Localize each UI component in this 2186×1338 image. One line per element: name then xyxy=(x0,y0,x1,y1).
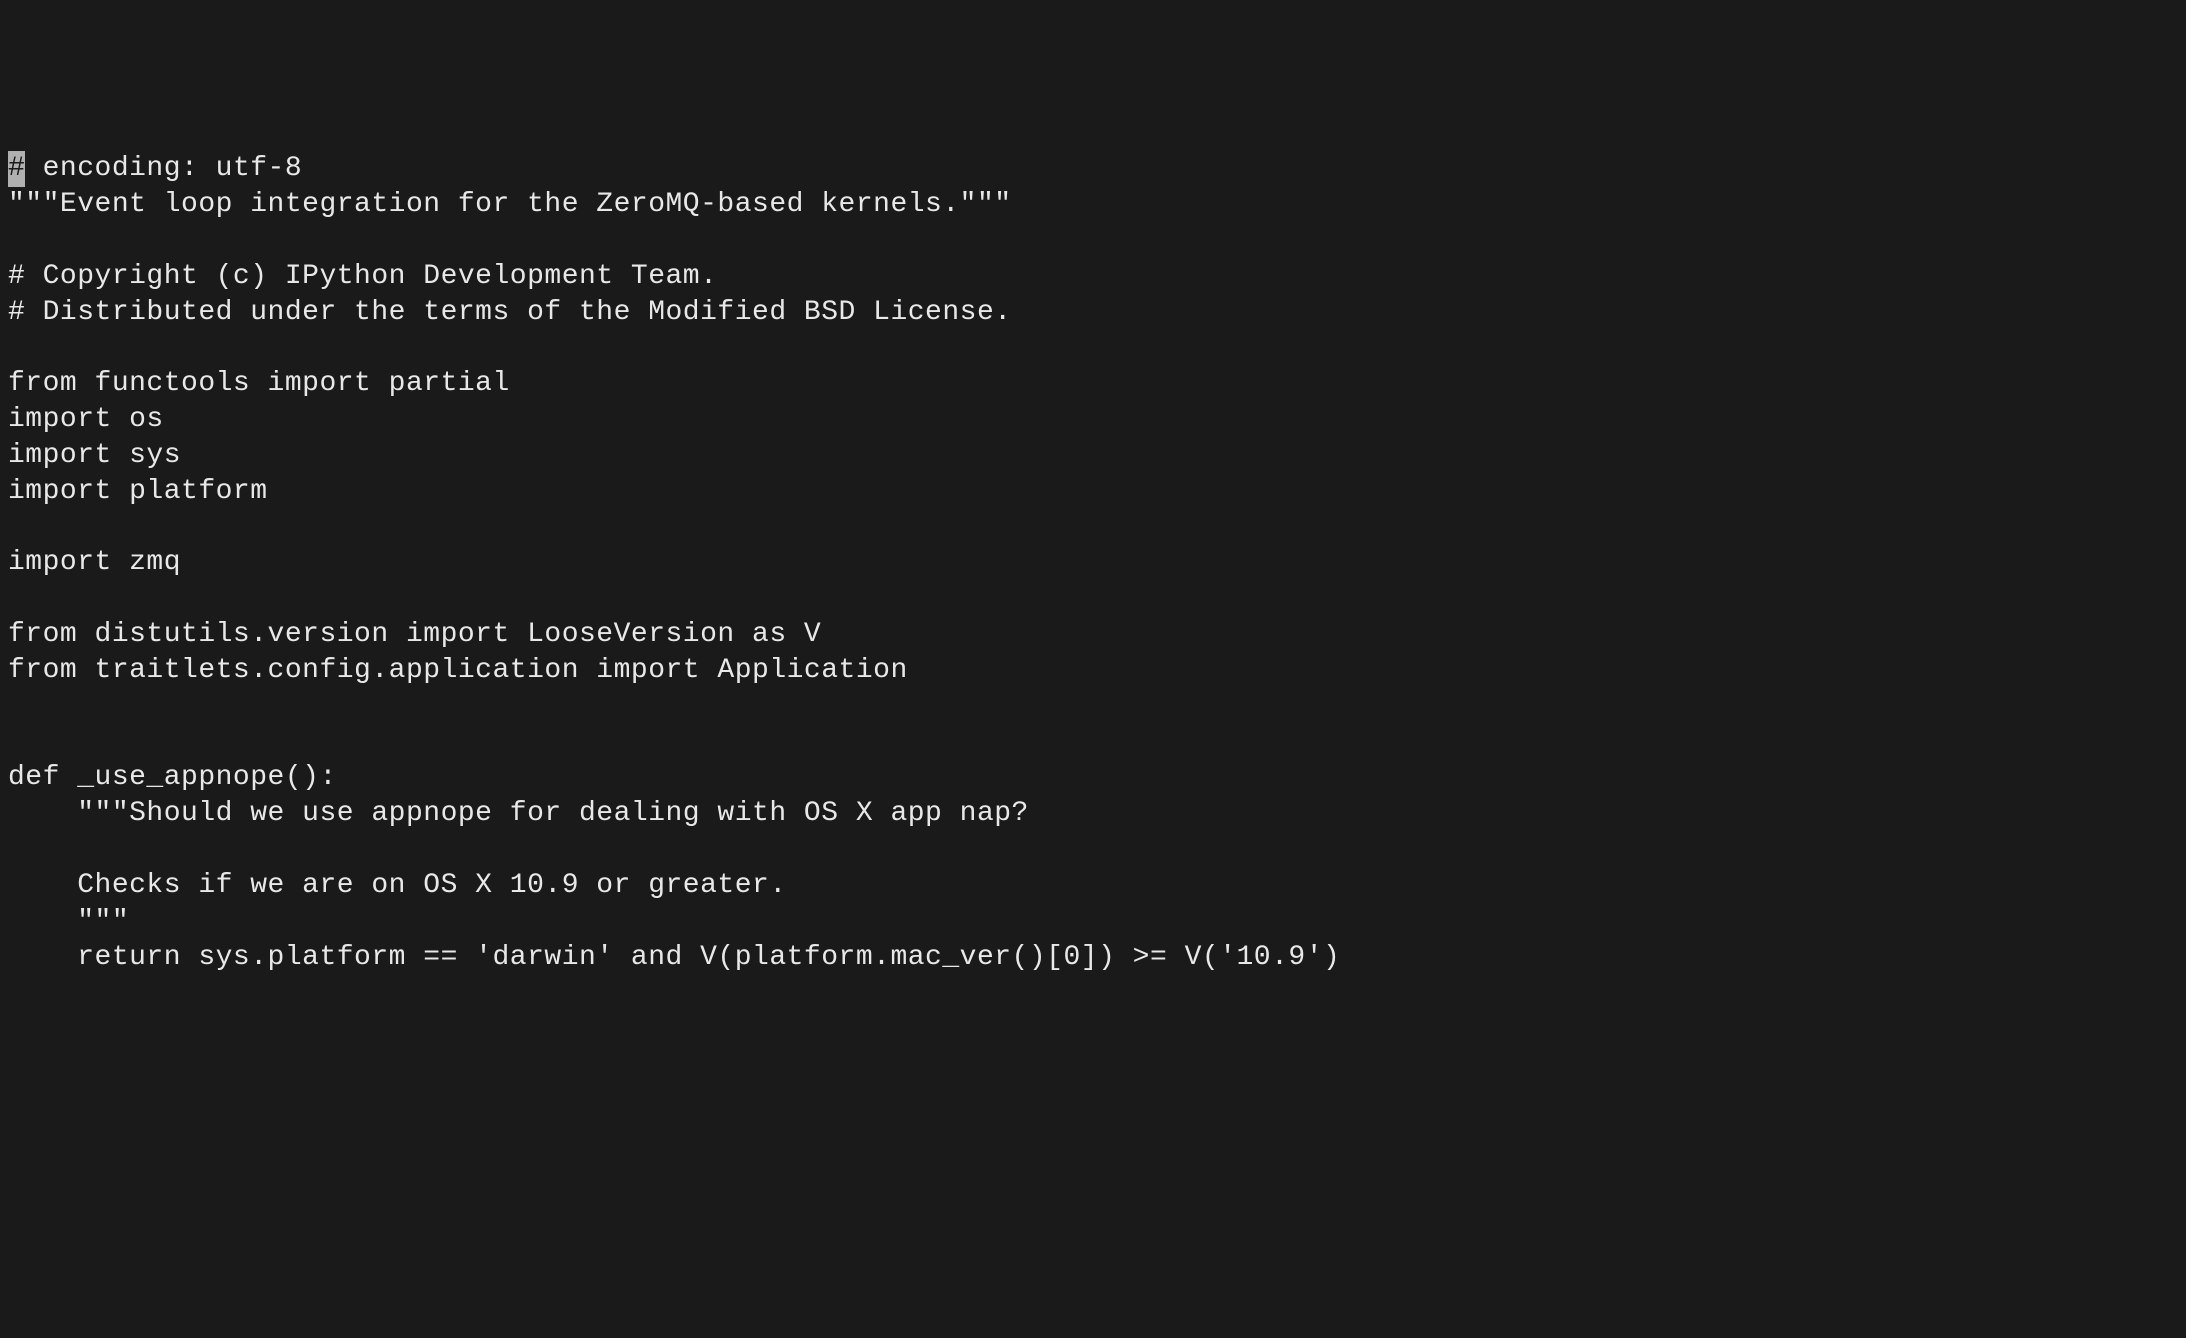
cursor-block: # xyxy=(8,151,25,187)
code-line: return sys.platform == 'darwin' and V(pl… xyxy=(8,940,2178,976)
code-line: # Copyright (c) IPython Development Team… xyxy=(8,259,2178,295)
code-line xyxy=(8,725,2178,761)
code-line: # Distributed under the terms of the Mod… xyxy=(8,295,2178,331)
code-line: def _use_appnope(): xyxy=(8,760,2178,796)
code-line: """ xyxy=(8,904,2178,940)
code-line xyxy=(8,581,2178,617)
code-line: from functools import partial xyxy=(8,366,2178,402)
code-line: """Event loop integration for the ZeroMQ… xyxy=(8,187,2178,223)
code-line: import platform xyxy=(8,474,2178,510)
code-line: from traitlets.config.application import… xyxy=(8,653,2178,689)
code-line: import os xyxy=(8,402,2178,438)
code-line: import zmq xyxy=(8,545,2178,581)
code-line xyxy=(8,689,2178,725)
code-text: encoding: utf-8 xyxy=(25,153,302,184)
code-line: from distutils.version import LooseVersi… xyxy=(8,617,2178,653)
code-line: # encoding: utf-8 xyxy=(8,151,2178,187)
code-line xyxy=(8,510,2178,546)
code-line: """Should we use appnope for dealing wit… xyxy=(8,796,2178,832)
code-editor[interactable]: # encoding: utf-8"""Event loop integrati… xyxy=(8,151,2178,975)
code-line: Checks if we are on OS X 10.9 or greater… xyxy=(8,868,2178,904)
code-line xyxy=(8,330,2178,366)
code-line xyxy=(8,223,2178,259)
code-line xyxy=(8,832,2178,868)
code-line: import sys xyxy=(8,438,2178,474)
